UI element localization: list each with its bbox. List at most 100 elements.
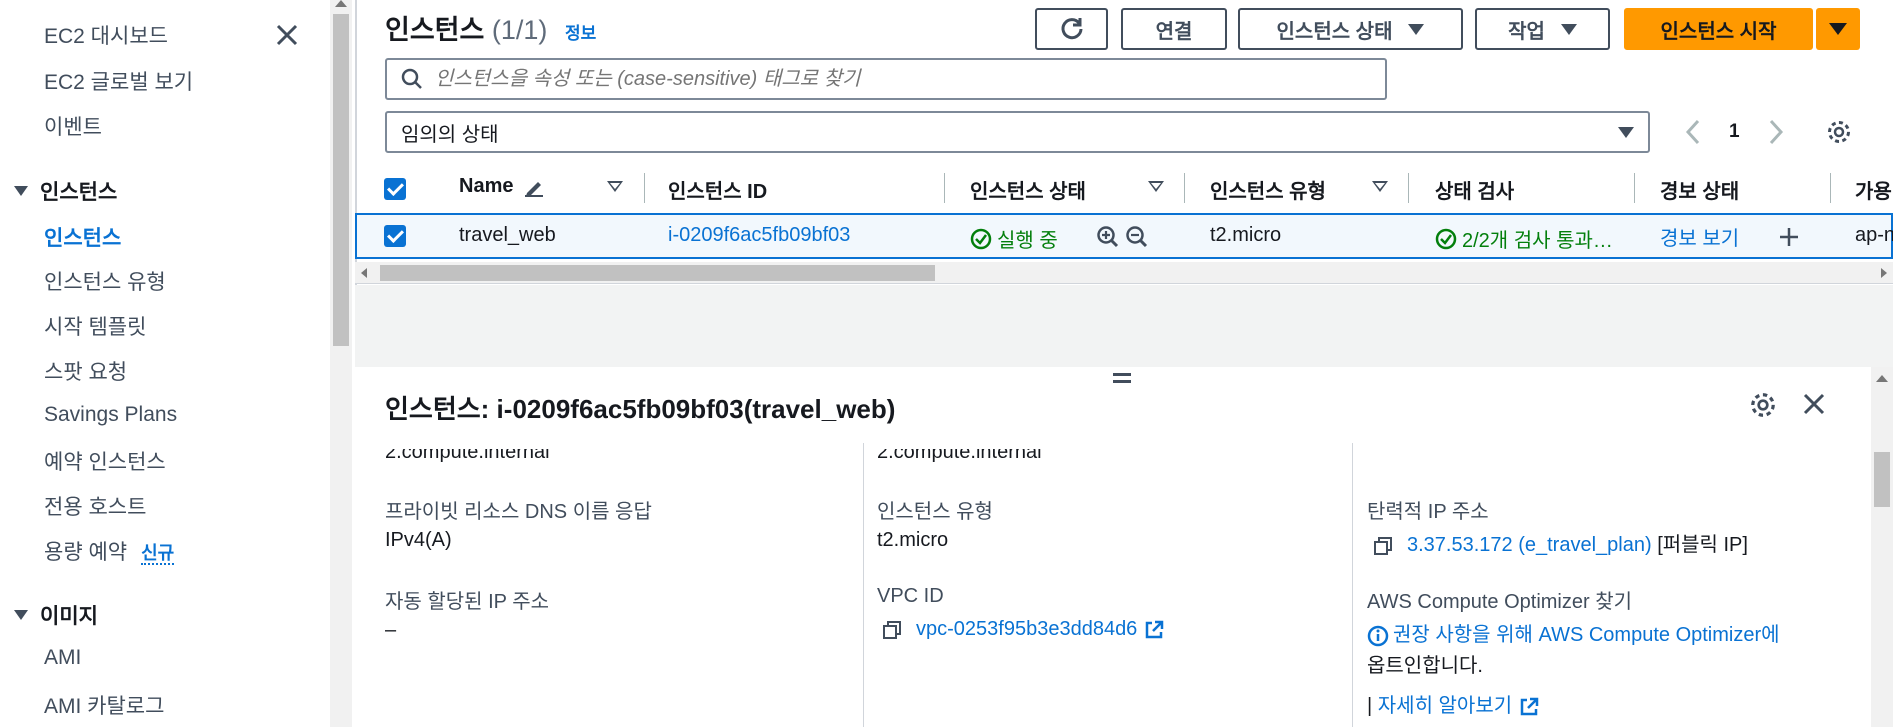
column-separator: [644, 173, 645, 203]
scrollbar-thumb[interactable]: [380, 265, 935, 281]
plus-icon[interactable]: [1777, 225, 1801, 249]
scroll-up-icon[interactable]: [1876, 375, 1888, 382]
page-number[interactable]: 1: [1729, 121, 1740, 143]
gear-icon[interactable]: [1749, 391, 1777, 419]
sidebar-item-launch-templates[interactable]: 시작 템플릿: [44, 311, 146, 341]
vpc-id-label: VPC ID: [877, 585, 944, 607]
select-all-checkbox[interactable]: [384, 178, 406, 200]
private-dns-answer-value: IPv4(A): [385, 529, 452, 551]
main-content: 인스턴스 (1/1) 정보 연결 인스턴스 상태 작업 인스턴스 시작 임의의 …: [355, 0, 1893, 727]
instance-state-label: 인스턴스 상태: [1276, 20, 1393, 43]
scroll-left-icon[interactable]: [361, 268, 367, 278]
column-header-alarm-status[interactable]: 경보 상태: [1660, 175, 1739, 204]
close-icon[interactable]: [274, 22, 300, 48]
actions-dropdown[interactable]: 작업: [1475, 8, 1610, 50]
pagination: 1: [1685, 112, 1852, 152]
external-link-icon[interactable]: [1518, 696, 1540, 718]
instance-type-value: t2.micro: [877, 529, 949, 551]
cell-instance-state: 실행 중: [970, 224, 1058, 253]
instance-type-label: 인스턴스 유형: [877, 501, 993, 523]
sidebar-item-instances[interactable]: 인스턴스: [44, 222, 121, 252]
sort-icon[interactable]: [1372, 181, 1388, 192]
gear-icon[interactable]: [1826, 119, 1852, 145]
sidebar-item-label: 용량 예약: [44, 541, 128, 564]
column-header-status-check[interactable]: 상태 검사: [1435, 175, 1514, 204]
sidebar-item-reserved-instances[interactable]: 예약 인스턴스: [44, 446, 166, 476]
column-header-az[interactable]: 가용: [1855, 175, 1892, 204]
zoom-out-icon[interactable]: [1125, 225, 1149, 249]
table-header: Name 인스턴스 ID 인스턴스 상태 인스턴스 유형 상태 검사 경보 상태…: [355, 167, 1893, 209]
elastic-ip-suffix: [퍼블릭 IP]: [1657, 534, 1748, 556]
instance-state-dropdown[interactable]: 인스턴스 상태: [1238, 8, 1463, 50]
elastic-ip-label: 탄력적 IP 주소: [1367, 501, 1489, 523]
external-link-icon[interactable]: [1143, 619, 1165, 641]
private-dns-answer-label: 프라이빗 리소스 DNS 이름 응답: [385, 501, 652, 523]
sidebar: EC2 대시보드 EC2 글로벌 보기 이벤트 인스턴스 인스턴스 인스턴스 유…: [0, 0, 330, 727]
actions-label: 작업: [1508, 20, 1545, 43]
sort-icon[interactable]: [1148, 181, 1164, 192]
column-separator: [1634, 173, 1635, 203]
scroll-right-icon[interactable]: [1881, 268, 1887, 278]
optimizer-text-suffix[interactable]: 에: [1761, 624, 1779, 646]
optimizer-opt-in-line2[interactable]: 옵트인합니다.: [1367, 649, 1483, 678]
column-header-name[interactable]: Name: [459, 175, 545, 198]
vpc-id-link[interactable]: vpc-0253f95b3e3dd84d6: [916, 618, 1137, 640]
optimizer-link[interactable]: AWS Compute Optimizer: [1538, 624, 1761, 646]
sidebar-scrollbar-thumb[interactable]: [333, 14, 349, 346]
state-filter-select[interactable]: 임의의 상태: [385, 111, 1650, 153]
column-header-instance-id[interactable]: 인스턴스 ID: [668, 175, 767, 204]
resize-handle[interactable]: [1113, 373, 1131, 383]
sidebar-item-spot-requests[interactable]: 스팟 요청: [44, 356, 127, 386]
scroll-up-icon[interactable]: [335, 0, 347, 7]
optimizer-opt-in-link[interactable]: 권장 사항을 위해: [1393, 624, 1533, 646]
copy-icon[interactable]: [1373, 536, 1393, 556]
page-title-text: 인스턴스: [385, 15, 485, 45]
search-input[interactable]: [435, 67, 1335, 91]
launch-instances-dropdown[interactable]: [1816, 8, 1860, 50]
sidebar-item-savings-plans[interactable]: Savings Plans: [44, 403, 177, 427]
learn-more-row: | 자세히 알아보기: [1367, 689, 1540, 718]
zoom-in-icon[interactable]: [1096, 225, 1120, 249]
column-separator: [1830, 173, 1831, 203]
sidebar-section-images[interactable]: 이미지: [14, 600, 98, 630]
column-separator: [944, 173, 945, 203]
table-horizontal-scrollbar[interactable]: [355, 262, 1893, 284]
learn-more-link[interactable]: 자세히 알아보기: [1378, 695, 1512, 717]
cell-instance-id[interactable]: i-0209f6ac5fb09bf03: [668, 224, 850, 247]
column-header-instance-state[interactable]: 인스턴스 상태: [970, 175, 1086, 204]
cell-alarm-status[interactable]: 경보 보기: [1660, 222, 1739, 251]
search-box[interactable]: [385, 58, 1387, 100]
details-vertical-scrollbar[interactable]: [1871, 367, 1893, 727]
elastic-ip-row: 3.37.53.172 (e_travel_plan) [퍼블릭 IP]: [1373, 528, 1748, 557]
sidebar-item-dedicated-hosts[interactable]: 전용 호스트: [44, 491, 146, 521]
sort-icon[interactable]: [607, 181, 623, 192]
refresh-icon: [1061, 18, 1082, 40]
status-check-label: 2/2개 검사 통과…: [1462, 230, 1613, 252]
copy-icon[interactable]: [882, 620, 902, 640]
sidebar-item-instance-types[interactable]: 인스턴스 유형: [44, 266, 166, 296]
sidebar-item-capacity-reservations[interactable]: 용량 예약 신규: [44, 536, 175, 566]
column-separator: [1352, 443, 1353, 727]
sidebar-section-label: 인스턴스: [40, 181, 118, 204]
sidebar-item-ec2-global-view[interactable]: EC2 글로벌 보기: [44, 66, 193, 96]
page-title: 인스턴스 (1/1) 정보: [385, 8, 596, 47]
sidebar-section-instances[interactable]: 인스턴스: [14, 176, 117, 206]
info-link[interactable]: 정보: [565, 24, 596, 43]
connect-button[interactable]: 연결: [1121, 8, 1227, 50]
sidebar-item-events[interactable]: 이벤트: [44, 111, 102, 141]
chevron-left-icon[interactable]: [1685, 119, 1701, 145]
sidebar-item-ami-catalog[interactable]: AMI 카탈로그: [44, 690, 164, 720]
sidebar-section-label: 이미지: [40, 605, 98, 628]
elastic-ip-link[interactable]: 3.37.53.172 (e_travel_plan): [1407, 534, 1652, 556]
sidebar-item-ec2-dashboard[interactable]: EC2 대시보드: [44, 20, 168, 50]
column-header-instance-type[interactable]: 인스턴스 유형: [1210, 175, 1326, 204]
refresh-button[interactable]: [1035, 8, 1108, 50]
caret-down-icon: [1560, 23, 1577, 35]
table-row[interactable]: travel_web i-0209f6ac5fb09bf03 실행 중 t2.m…: [355, 213, 1893, 259]
sidebar-item-ami[interactable]: AMI: [44, 646, 81, 670]
row-checkbox[interactable]: [384, 225, 406, 247]
chevron-right-icon[interactable]: [1768, 119, 1784, 145]
scrollbar-thumb[interactable]: [1874, 452, 1890, 507]
launch-instances-button[interactable]: 인스턴스 시작: [1624, 8, 1813, 50]
close-icon[interactable]: [1801, 391, 1827, 417]
